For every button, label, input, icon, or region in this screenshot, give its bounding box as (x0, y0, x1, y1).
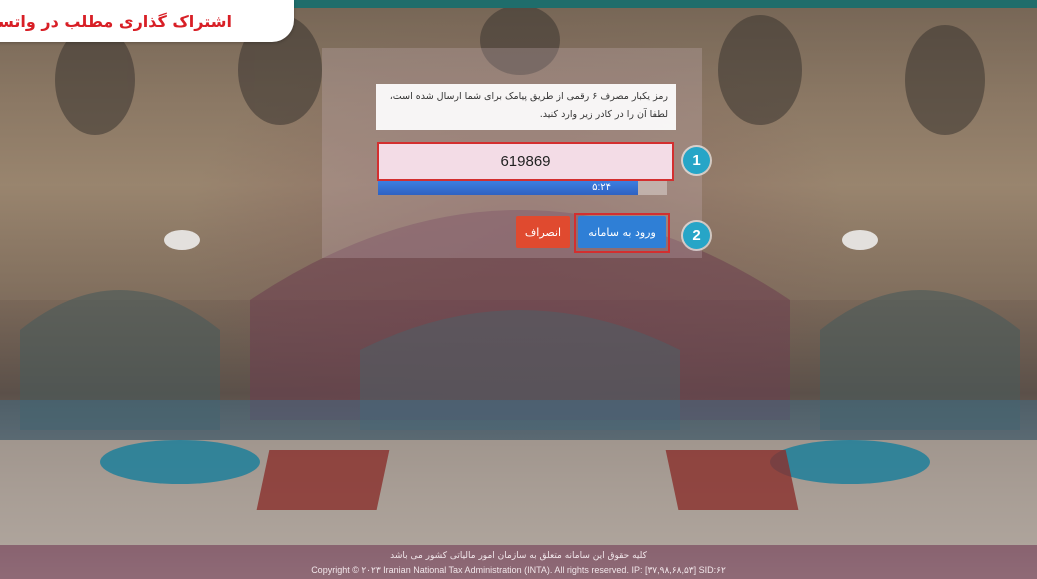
login-button[interactable]: ورود به سامانه (578, 216, 666, 248)
otp-field-highlight (377, 142, 674, 181)
otp-message-line-2: لطفا آن را در کادر زیر وارد کنید. (539, 109, 668, 120)
otp-input[interactable] (379, 144, 672, 179)
otp-message-line-1: رمز یکبار مصرف ۶ رقمی از طریق پیامک برای… (389, 91, 668, 102)
footer-rights-fa: کلیه حقوق این سامانه متعلق به سازمان امو… (390, 551, 647, 561)
footer: کلیه حقوق این سامانه متعلق به سازمان امو… (0, 545, 1037, 579)
otp-message: رمز یکبار مصرف ۶ رقمی از طریق پیامک برای… (376, 84, 676, 130)
step-badge-1: 1 (683, 147, 710, 174)
step-badge-2: 2 (683, 222, 710, 249)
share-whatsapp-banner[interactable]: اشتراک گذاری مطلب در واتساپ (0, 0, 294, 42)
cancel-button[interactable]: انصراف (516, 216, 570, 248)
timer-progress-bar: ۵:۲۴ (378, 181, 667, 195)
timer-countdown: ۵:۲۴ (592, 182, 611, 193)
footer-copyright-en: Copyright © ۲۰۲۳ Iranian National Tax Ad… (311, 565, 726, 575)
